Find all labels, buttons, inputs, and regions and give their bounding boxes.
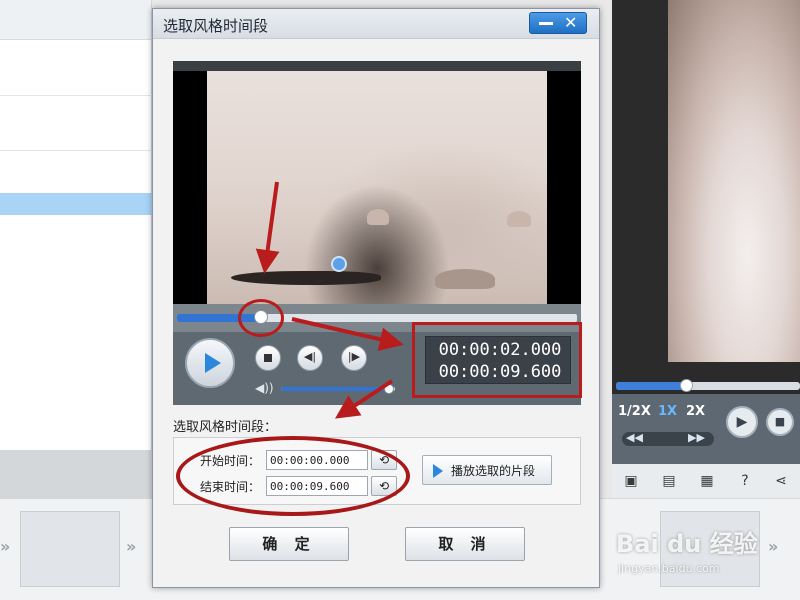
ink-brush-stroke [231, 271, 381, 285]
save-icon[interactable]: ▦ [698, 472, 716, 490]
folder-open-icon[interactable]: ▤ [660, 472, 678, 490]
play-icon [205, 353, 221, 373]
speed-half-button[interactable]: 1/2X [618, 404, 651, 419]
cancel-button[interactable]: 取 消 [405, 527, 525, 561]
background-stop-button[interactable]: ■ [766, 408, 794, 436]
close-icon[interactable]: ✕ [564, 13, 577, 33]
ink-hill [367, 209, 389, 225]
chevron-right-icon: » [0, 537, 11, 556]
step-forward-icon: |▶ [347, 350, 361, 363]
play-icon [433, 464, 443, 478]
background-panel [0, 450, 152, 498]
filmstrip-thumb[interactable] [20, 511, 120, 587]
background-video-frame [668, 0, 800, 362]
background-play-button[interactable]: ▶ [726, 406, 758, 438]
volume-slider[interactable] [281, 384, 395, 394]
volume-knob[interactable] [384, 384, 395, 394]
video-frame [207, 71, 547, 304]
seek-bar[interactable] [177, 310, 577, 324]
dialog-title: 选取风格时间段 [163, 17, 269, 35]
play-selection-label: 播放选取的片段 [451, 464, 536, 478]
background-preview-player: 1/2X 1X 2X ◀◀ ▶▶ ▶ ■ ▣ ▤ ▦ ? ⋖ [612, 0, 800, 498]
share-icon[interactable]: ⋖ [772, 472, 790, 490]
background-seek-knob[interactable] [679, 379, 693, 392]
video-top-strip [173, 61, 581, 71]
rewind-icon: ◀◀ [626, 431, 643, 444]
stop-button[interactable] [255, 345, 281, 371]
list-divider [0, 95, 152, 96]
next-frame-button[interactable]: |▶ [341, 345, 367, 371]
fast-forward-icon: ▶▶ [688, 431, 705, 444]
play-selection-button[interactable]: 播放选取的片段 [422, 455, 552, 485]
help-icon[interactable]: ? [736, 472, 754, 490]
playback-marker-icon [331, 256, 347, 272]
section-label: 选取风格时间段： [173, 420, 278, 435]
selected-list-row[interactable] [0, 193, 152, 215]
background-seek-fill [616, 382, 686, 390]
speed-2x-button[interactable]: 2X [686, 404, 705, 419]
speed-slider[interactable]: ◀◀ ▶▶ [622, 431, 714, 446]
video-screen [173, 61, 581, 304]
dialog-titlebar: 选取风格时间段 ✕ [153, 9, 599, 39]
watermark-logo: Bai du 经验 [616, 530, 758, 558]
background-file-list [0, 0, 152, 450]
play-icon: ▶ [736, 414, 748, 430]
annotation-fields-highlight [176, 436, 410, 516]
stop-icon [264, 354, 272, 362]
ink-hill [435, 269, 495, 289]
background-seek-bar[interactable] [616, 379, 800, 392]
window-buttons: ✕ [529, 12, 587, 34]
play-button[interactable] [185, 338, 235, 388]
annotation-seek-highlight [238, 299, 284, 337]
new-icon[interactable]: ▣ [622, 472, 640, 490]
chevron-right-icon: » [126, 537, 137, 556]
previous-frame-button[interactable]: ◀| [297, 345, 323, 371]
watermark-url: jingyan.baidu.com [618, 562, 720, 575]
minimize-icon[interactable] [539, 22, 553, 25]
ink-hill [507, 211, 531, 227]
background-control-panel: 1/2X 1X 2X ◀◀ ▶▶ ▶ ■ [612, 394, 800, 464]
volume-icon[interactable]: ◀)) [255, 381, 274, 395]
step-back-icon: ◀| [303, 350, 317, 363]
ok-button[interactable]: 确 定 [229, 527, 349, 561]
list-divider [0, 150, 152, 151]
stop-icon: ■ [774, 415, 786, 428]
background-toolbar: ▣ ▤ ▦ ? ⋖ [612, 464, 800, 498]
background-list-header [0, 0, 151, 40]
volume-fill [281, 387, 390, 391]
speed-1x-button[interactable]: 1X [658, 404, 677, 419]
baidu-watermark: Bai du 经验 jingyan.baidu.com [616, 510, 786, 590]
annotation-time-highlight [412, 322, 582, 398]
